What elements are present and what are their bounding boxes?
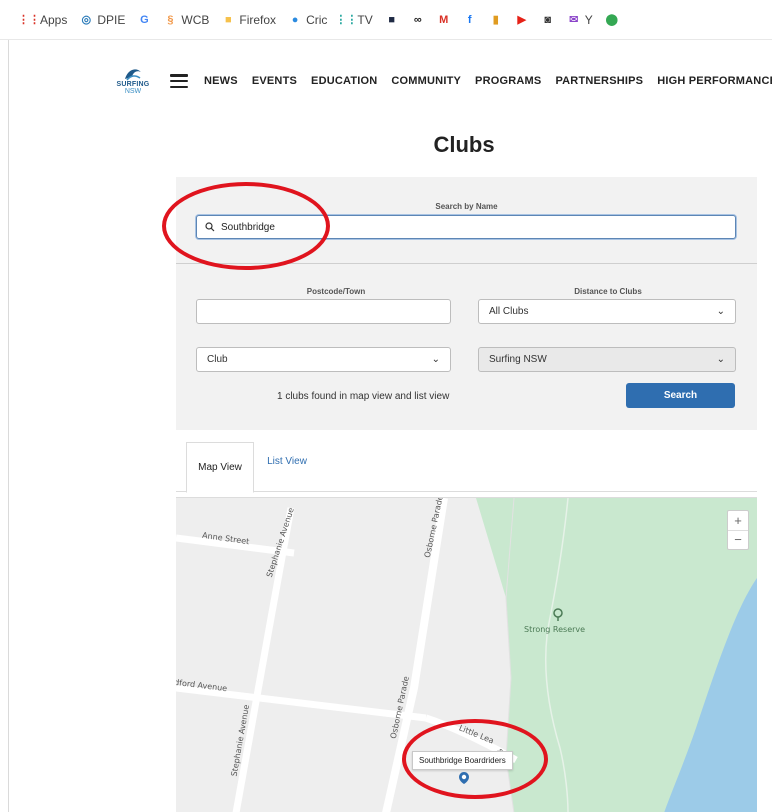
chevron-down-icon: ⌄: [716, 306, 725, 317]
logo-text-top: SURFING: [116, 80, 150, 88]
clubs-map[interactable]: Anne Street Stephanie Avenue Osborne Par…: [176, 497, 757, 812]
nav-news[interactable]: NEWS: [204, 75, 238, 87]
tab-map-view[interactable]: Map View: [186, 442, 254, 493]
panel-divider: [176, 263, 757, 264]
club-name-search-input[interactable]: Southbridge: [196, 215, 736, 239]
nav-partnerships[interactable]: PARTNERSHIPS: [555, 75, 643, 87]
distance-select-value: All Clubs: [489, 306, 529, 317]
search-by-name-label: Search by Name: [435, 202, 498, 211]
bookmark-label: Cric: [306, 12, 328, 27]
maps-pin-icon: ⬤: [605, 14, 618, 26]
postcode-input[interactable]: [196, 299, 451, 324]
postcode-label: Postcode/Town: [306, 287, 366, 296]
bookmark-label: TV: [357, 12, 373, 27]
folder-icon: ■: [225, 13, 232, 26]
bookmark-item[interactable]: ▮: [489, 13, 503, 27]
site-header: SURFING NSW NEWS EVENTS EDUCATION COMMUN…: [112, 56, 772, 106]
nav-community[interactable]: COMMUNITY: [391, 75, 461, 87]
mail-icon: ✉: [569, 14, 579, 26]
bookmarks-bar: ⋮⋮ Apps ◎ DPIE G § WCB ■ Firefox ● Cric ⋮⋮ TV ■ ∞ Mf ▮ ▶ ◙…: [0, 0, 772, 40]
gmail-icon: M: [439, 13, 449, 26]
view-tabs: Map View List View: [176, 442, 757, 493]
bookmark-label: Firefox: [239, 12, 277, 27]
surfing-nsw-logo[interactable]: SURFING NSW: [112, 57, 154, 105]
bookmark-item[interactable]: ⋮⋮ TV: [335, 12, 373, 27]
news-icon: ■: [388, 13, 396, 26]
chevron-down-icon: ⌄: [431, 354, 440, 365]
wave-logo-icon: [125, 69, 141, 81]
club-name-search-value: Southbridge: [221, 221, 275, 233]
bookmark-label: Y: [584, 12, 593, 27]
bookmark-item[interactable]: ◙: [541, 13, 555, 27]
distance-select[interactable]: All Clubs ⌄: [478, 299, 736, 324]
cric-icon: ●: [291, 13, 299, 26]
organisation-select-value: Surfing NSW: [489, 354, 547, 365]
bookmark-item[interactable]: ● Cric: [288, 12, 328, 27]
bookmark-item[interactable]: G: [137, 13, 151, 27]
bookmark-item[interactable]: ⬤: [605, 13, 619, 27]
bookmark-item[interactable]: ⋮⋮ Apps: [18, 12, 68, 27]
club-type-select-value: Club: [207, 354, 228, 365]
bookmark-item[interactable]: f: [463, 13, 477, 27]
bookmark-item[interactable]: ◎ DPIE: [79, 12, 126, 27]
club-marker-tooltip: Southbridge Boardriders: [412, 751, 513, 770]
media-icon: ◙: [544, 13, 552, 26]
bookmark-item[interactable]: ▶: [515, 13, 529, 27]
bookmark-item[interactable]: ∞: [411, 13, 425, 27]
bookmark-item[interactable]: ■ Firefox: [221, 13, 276, 27]
apps-grid-icon: ⋮⋮: [18, 14, 40, 26]
club-search-panel: Search by Name Southbridge Postcode/Town…: [176, 177, 757, 430]
main-nav: NEWS EVENTS EDUCATION COMMUNITY PROGRAMS…: [204, 75, 772, 87]
tv-icon: ⋮⋮: [335, 14, 358, 26]
logo-text-bottom: NSW: [124, 87, 142, 95]
wcb-icon: §: [167, 13, 174, 26]
youtube-icon: ▶: [517, 14, 526, 26]
nav-programs[interactable]: PROGRAMS: [475, 75, 541, 87]
club-type-select[interactable]: Club ⌄: [196, 347, 451, 372]
facebook-icon: f: [467, 13, 472, 26]
search-button[interactable]: Search: [626, 383, 735, 408]
zoom-out-button[interactable]: −: [728, 531, 748, 550]
road-stephanie-avenue: [232, 507, 295, 812]
bookmark-label: WCB: [181, 12, 210, 27]
results-count-text: 1 clubs found in map view and list view: [277, 391, 450, 402]
dpie-icon: ◎: [81, 14, 92, 26]
search-icon: [205, 222, 215, 232]
bookmark-label: Apps: [40, 12, 68, 27]
road-bradford-avenue: [176, 684, 427, 722]
club-location-marker-icon[interactable]: [458, 771, 470, 785]
hamburger-menu-icon[interactable]: [170, 74, 188, 88]
bookmark-item[interactable]: M: [437, 13, 451, 27]
park-label: Strong Reserve: [524, 625, 586, 634]
map-zoom-control: + −: [727, 510, 749, 550]
chevron-down-icon: ⌄: [716, 354, 725, 365]
tab-list-view[interactable]: List View: [262, 442, 312, 480]
bookmark-label: DPIE: [97, 12, 126, 27]
browser-page: ⋮⋮ Apps ◎ DPIE G § WCB ■ Firefox ● Cric ⋮⋮ TV ■ ∞ Mf ▮ ▶ ◙…: [0, 0, 772, 812]
bookmark-item[interactable]: § WCB: [163, 13, 209, 27]
google-icon: G: [140, 13, 149, 26]
bag-icon: ▮: [492, 14, 499, 26]
abc-icon: ∞: [413, 13, 422, 26]
bookmark-item[interactable]: ✉ Y: [567, 13, 593, 27]
nav-high-performance[interactable]: HIGH PERFORMANCE: [657, 75, 772, 87]
distance-label: Distance to Clubs: [574, 287, 642, 296]
page-title: Clubs: [433, 132, 495, 157]
zoom-in-button[interactable]: +: [728, 511, 748, 531]
organisation-select[interactable]: Surfing NSW ⌄: [478, 347, 736, 372]
bookmark-item[interactable]: ■: [385, 13, 399, 27]
nav-education[interactable]: EDUCATION: [311, 75, 377, 87]
nav-events[interactable]: EVENTS: [252, 75, 297, 87]
